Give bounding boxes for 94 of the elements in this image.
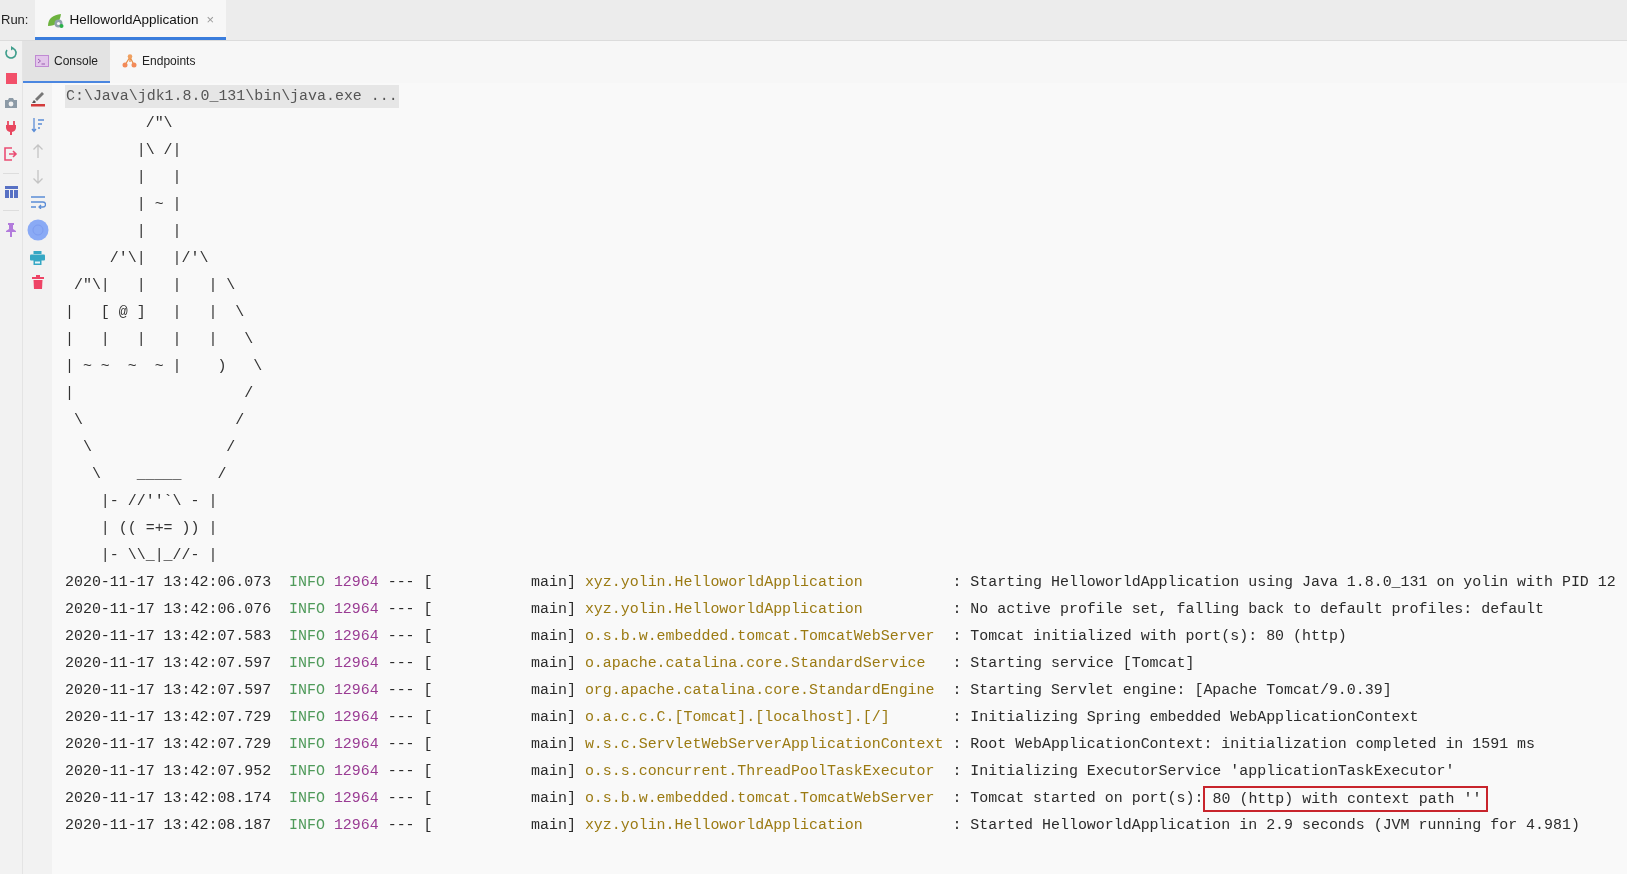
log-level: INFO — [289, 816, 325, 836]
log-logger: w.s.c.ServletWebServerApplicationContext — [584, 736, 944, 753]
log-message: : Starting service [Tomcat] — [952, 654, 1195, 674]
pin-icon[interactable] — [6, 223, 16, 237]
log-logger: xyz.yolin.HelloworldApplication — [584, 574, 863, 591]
sub-tab[interactable]: Console — [23, 41, 111, 83]
spring-leaf-icon — [47, 12, 65, 28]
log-timestamp: 2020-11-17 13:42:06.076 — [65, 600, 272, 620]
run-tab[interactable]: HelloworldApplication × — [35, 0, 227, 40]
plug-icon[interactable] — [5, 121, 17, 135]
log-thread: main] — [531, 655, 576, 672]
log-message: : Starting HelloworldApplication using Java 1.8.0_131 on yolin with PID 12 — [952, 573, 1616, 593]
log-pid: 12964 — [333, 627, 379, 647]
log-timestamp: 2020-11-17 13:42:07.729 — [65, 735, 272, 755]
log-level: INFO — [289, 573, 325, 593]
log-timestamp: 2020-11-17 13:42:08.187 — [65, 816, 272, 836]
log-separator: --- [ — [387, 600, 433, 620]
log-thread: main] — [531, 574, 576, 591]
arrow-down-icon[interactable] — [31, 169, 44, 185]
log-message: : Root WebApplicationContext: initialization completed in 1591 ms — [952, 735, 1536, 755]
log-logger: xyz.yolin.HelloworldApplication — [584, 817, 863, 834]
stop-icon[interactable] — [4, 72, 18, 85]
log-thread: main] — [531, 601, 576, 618]
log-logger: o.s.b.w.embedded.tomcat.TomcatWebServer — [584, 790, 935, 807]
log-logger: o.s.b.w.embedded.tomcat.TomcatWebServer — [584, 628, 935, 645]
log-message: : Initializing Spring embedded WebApplicationContext — [952, 708, 1419, 728]
log-separator: --- [ — [387, 816, 433, 836]
soft-wrap-icon[interactable] — [29, 195, 46, 209]
log-thread: main] — [531, 682, 576, 699]
log-pid: 12964 — [333, 762, 379, 782]
log-pid: 12964 — [333, 816, 379, 836]
log-separator: --- [ — [387, 735, 433, 755]
log-logger: org.apache.catalina.core.StandardEngine — [584, 682, 935, 699]
log-separator: --- [ — [387, 789, 433, 809]
scroll-toggle-icon[interactable] — [26, 219, 49, 241]
log-level: INFO — [289, 681, 325, 701]
log-pid: 12964 — [333, 789, 379, 809]
log-message: : Starting Servlet engine: [Apache Tomcat/9.0.39] — [952, 681, 1392, 701]
log-separator: --- [ — [387, 681, 433, 701]
log-level: INFO — [289, 708, 325, 728]
log-pid: 12964 — [333, 735, 379, 755]
log-logger: o.a.c.c.C.[Tomcat].[localhost].[/] — [584, 709, 890, 726]
log-separator: --- [ — [387, 708, 433, 728]
log-thread: main] — [531, 817, 576, 834]
print-icon[interactable] — [30, 251, 45, 265]
camera-icon[interactable] — [4, 97, 18, 109]
log-level: INFO — [289, 762, 325, 782]
log-logger: xyz.yolin.HelloworldApplication — [584, 601, 863, 618]
log-timestamp: 2020-11-17 13:42:08.174 — [65, 789, 272, 809]
layout-icon[interactable] — [4, 186, 18, 198]
terminal-icon — [35, 55, 49, 67]
log-timestamp: 2020-11-17 13:42:07.583 — [65, 627, 272, 647]
log-message: : Tomcat started on port(s): — [952, 789, 1204, 809]
log-separator: --- [ — [387, 762, 433, 782]
log-timestamp: 2020-11-17 13:42:06.073 — [65, 573, 272, 593]
highlighted-text: 80 (http) with context path '' — [1203, 785, 1488, 812]
log-separator: --- [ — [387, 573, 433, 593]
network-nodes-icon — [122, 54, 138, 68]
log-level: INFO — [289, 600, 325, 620]
log-separator: --- [ — [387, 627, 433, 647]
log-level: INFO — [289, 654, 325, 674]
log-message: : Initializing ExecutorService 'applicationTaskExecutor' — [952, 762, 1455, 782]
exit-icon[interactable] — [4, 147, 18, 161]
log-timestamp: 2020-11-17 13:42:07.597 — [65, 681, 272, 701]
log-level: INFO — [289, 627, 325, 647]
rerun-icon[interactable] — [4, 46, 18, 60]
log-level: INFO — [289, 735, 325, 755]
log-level: INFO — [289, 789, 325, 809]
log-timestamp: 2020-11-17 13:42:07.597 — [65, 654, 272, 674]
log-pid: 12964 — [333, 573, 379, 593]
ascii-art-text: /"\ |\ /| | | | ~ | | | /'\| |/'\ /"\| | | | \ | [ @ ] | | \ | | | | | \ | ~ ~ ~ ~ | ) \ | / \ / \ / \ _____ / |- //''`\ - | | (( =+= )) | |- \\_|_//- | — [65, 114, 263, 565]
log-thread: main] — [531, 709, 576, 726]
log-message: : Started HelloworldApplication in 2.9 seconds (JVM running for 4.981) — [952, 816, 1580, 836]
log-thread: main] — [531, 790, 576, 807]
clear-brush-icon[interactable] — [29, 91, 46, 107]
log-pid: 12964 — [333, 681, 379, 701]
run-label: Run: — [0, 11, 30, 30]
log-thread: main] — [531, 763, 576, 780]
log-logger: o.apache.catalina.core.StandardService — [584, 655, 926, 672]
log-pid: 12964 — [333, 600, 379, 620]
arrow-up-icon[interactable] — [31, 143, 44, 159]
log-timestamp: 2020-11-17 13:42:07.952 — [65, 762, 272, 782]
log-pid: 12964 — [333, 708, 379, 728]
log-pid: 12964 — [333, 654, 379, 674]
log-message: : No active profile set, falling back to default profiles: default — [952, 600, 1544, 620]
log-thread: main] — [531, 628, 576, 645]
log-logger: o.s.s.concurrent.ThreadPoolTaskExecutor — [584, 763, 935, 780]
log-thread: main] — [531, 736, 576, 753]
log-message: : Tomcat initialized with port(s): 80 (http) — [952, 627, 1347, 647]
sort-icon[interactable] — [30, 117, 45, 133]
trash-icon[interactable] — [31, 275, 44, 289]
log-timestamp: 2020-11-17 13:42:07.729 — [65, 708, 272, 728]
sub-tab[interactable]: Endpoints — [110, 41, 208, 83]
log-separator: --- [ — [387, 654, 433, 674]
